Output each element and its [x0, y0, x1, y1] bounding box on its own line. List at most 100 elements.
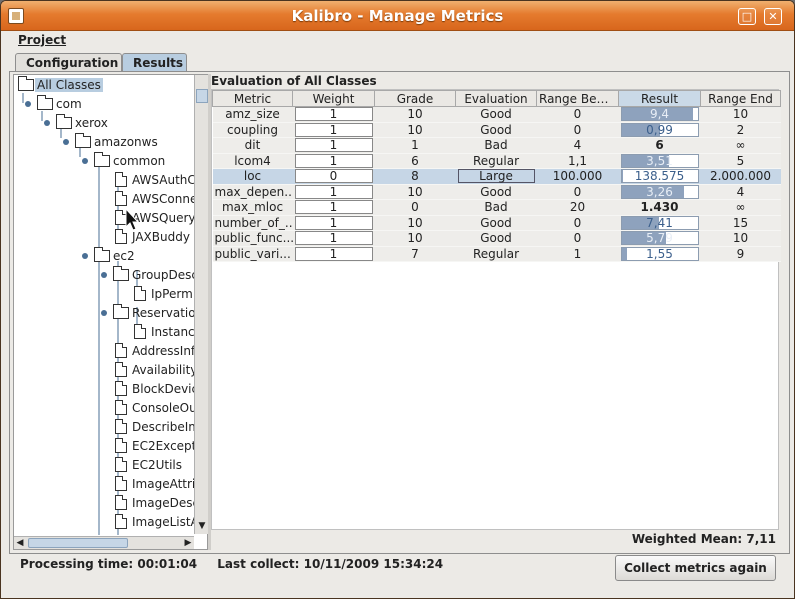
result-value: 9,4 — [649, 107, 670, 122]
evaluation-table[interactable]: Metric Weight Grade Evaluation Range Begin..… — [211, 89, 781, 530]
result-cell: 1,55 — [618, 246, 701, 262]
expand-toggle-icon[interactable] — [42, 118, 52, 128]
weight-field[interactable]: 1 — [294, 153, 373, 168]
table-row[interactable]: loc 0 8 Large 100.000 138.575 2.000.000 — [212, 168, 781, 185]
column-header[interactable]: Weight — [292, 90, 375, 107]
table-row[interactable]: max_mloc 1 0 Bad 20 1.430 ∞ — [212, 199, 781, 216]
table-row[interactable]: max_depen... 1 10 Good 0 3,26 4 — [212, 184, 781, 200]
table-row[interactable]: public_func... 1 10 Good 0 5,79 10 — [212, 230, 781, 247]
result-bar: 9,4 — [620, 107, 699, 122]
table-row[interactable]: amz_size 1 10 Good 0 9,4 10 — [212, 106, 781, 123]
document-icon — [115, 419, 127, 434]
weight-field[interactable]: 0 — [294, 169, 373, 184]
range-end-cell: 5 — [700, 153, 781, 169]
range-end-cell: 15 — [700, 215, 781, 231]
evaluation-cell: Good — [455, 230, 537, 247]
scroll-right-arrow-icon[interactable]: ▶ — [182, 537, 194, 549]
weight-field[interactable]: 1 — [294, 231, 373, 246]
evaluation-cell: Bad — [455, 199, 537, 216]
evaluation-cell: Good — [455, 122, 537, 138]
tab-results[interactable]: Results — [122, 53, 187, 72]
weight-field[interactable]: 1 — [294, 138, 373, 153]
expand-toggle-icon[interactable] — [80, 156, 90, 166]
grade-cell: 10 — [374, 215, 456, 231]
collect-metrics-button[interactable]: Collect metrics again — [615, 555, 776, 581]
expand-toggle-icon[interactable] — [99, 270, 109, 280]
result-bar-fill — [621, 170, 624, 183]
grade-cell: 10 — [374, 184, 456, 200]
grade-cell: 10 — [374, 122, 456, 138]
tab-configuration[interactable]: Configuration — [15, 53, 122, 72]
metric-cell: amz_size — [212, 106, 293, 123]
result-cell: 5,79 — [618, 230, 701, 247]
column-header[interactable]: Metric — [212, 90, 293, 107]
table-row[interactable]: coupling 1 10 Good 0 0,99 2 — [212, 122, 781, 138]
result-cell: 3,51 — [618, 153, 701, 169]
scroll-left-arrow-icon[interactable]: ◀ — [14, 537, 26, 549]
scroll-down-arrow-icon[interactable]: ▼ — [196, 521, 208, 533]
tree-node-label: EC2Utils — [132, 458, 183, 472]
maximize-button[interactable]: □ — [738, 8, 756, 25]
range-begin-cell: 0 — [536, 184, 619, 200]
column-header[interactable]: Result — [618, 90, 701, 107]
result-cell: 3,26 — [618, 184, 701, 200]
table-header-row: Metric Weight Grade Evaluation Range Begin..… — [212, 90, 781, 107]
tree-vscroll-thumb[interactable] — [196, 89, 208, 103]
weight-field[interactable]: 1 — [294, 215, 373, 230]
column-header[interactable]: Grade — [374, 90, 456, 107]
grade-cell: 0 — [374, 199, 456, 216]
folder-icon — [113, 266, 129, 281]
document-icon — [115, 172, 127, 187]
tree-vertical-scrollbar[interactable]: ▼ — [194, 75, 208, 534]
result-cell: 0,99 — [618, 122, 701, 138]
expand-toggle-icon[interactable] — [99, 308, 109, 318]
document-icon — [115, 438, 127, 453]
range-end-cell: 4 — [700, 184, 781, 200]
result-cell: 6 — [618, 137, 701, 154]
range-end-cell: 9 — [700, 246, 781, 262]
weight-field[interactable]: 1 — [294, 184, 373, 199]
table-row[interactable]: number_of_... 1 10 Good 0 7,41 15 — [212, 215, 781, 231]
weight-field[interactable]: 1 — [294, 107, 373, 122]
column-header[interactable]: Evaluation — [455, 90, 537, 107]
tree-node-label: com — [56, 97, 82, 111]
result-value: 7,41 — [646, 215, 673, 230]
table-row[interactable]: public_vari... 1 7 Regular 1 1,55 9 — [212, 246, 781, 262]
expand-toggle-icon[interactable] — [23, 99, 33, 109]
grade-cell: 6 — [374, 153, 456, 169]
result-value: 138.575 — [634, 169, 685, 184]
weight-field[interactable]: 1 — [294, 200, 373, 215]
result-bar: 0,99 — [620, 122, 699, 137]
result-value: 1,55 — [646, 246, 673, 261]
table-row[interactable]: dit 1 1 Bad 4 6 ∞ — [212, 137, 781, 154]
tree-node-label: ConsoleOut — [132, 401, 202, 415]
tree-horizontal-scrollbar[interactable]: ◀ ▶ — [14, 536, 194, 549]
class-tree[interactable]: All Classes com xerox amazonws common AWSAuth… — [13, 74, 208, 550]
grade-cell: 8 — [374, 168, 456, 185]
range-begin-cell: 1 — [536, 246, 619, 262]
evaluation-cell: Large — [455, 168, 537, 185]
menu-project[interactable]: Project — [18, 33, 66, 47]
expand-toggle-icon[interactable] — [80, 251, 90, 261]
range-end-cell: 2 — [700, 122, 781, 138]
evaluation-cell: Good — [455, 184, 537, 200]
column-header[interactable]: Range Begin... — [536, 90, 619, 107]
weight-field[interactable]: 1 — [294, 246, 373, 261]
evaluation-cell: Good — [455, 215, 537, 231]
processing-time: Processing time: 00:01:04 — [20, 557, 198, 571]
title-bar[interactable]: Kalibro - Manage Metrics □ ✕ — [1, 1, 794, 31]
close-button[interactable]: ✕ — [764, 8, 782, 25]
table-row[interactable]: lcom4 1 6 Regular 1,1 3,51 5 — [212, 153, 781, 169]
column-header[interactable]: Range End — [700, 90, 781, 107]
weight-cell: 1 — [292, 184, 375, 200]
tree-hscroll-thumb[interactable] — [28, 538, 128, 548]
tree-node-label: ec2 — [113, 249, 135, 263]
document-icon — [115, 476, 127, 491]
weight-field[interactable]: 1 — [294, 122, 373, 137]
tree-node-label: AWSAuthCo — [132, 173, 204, 187]
range-end-cell: 10 — [700, 106, 781, 123]
folder-icon — [75, 133, 91, 148]
result-bar: 5,79 — [620, 231, 699, 246]
expand-toggle-icon[interactable] — [61, 137, 71, 147]
tree-node-label: BlockDevic — [132, 382, 199, 396]
